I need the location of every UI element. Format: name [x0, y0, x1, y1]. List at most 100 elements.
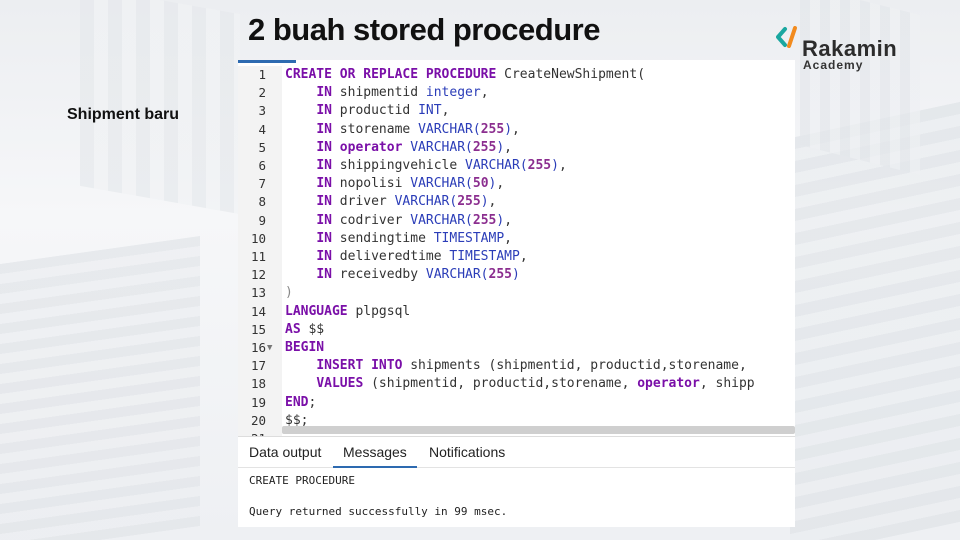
code-line[interactable]: 15 AS $$ [238, 321, 795, 339]
line-number: 11 [250, 249, 266, 264]
code-line[interactable]: 10 IN sendingtime TIMESTAMP, [238, 230, 795, 248]
code-token: VARCHAR( [425, 267, 489, 283]
code-token: driver [339, 194, 395, 210]
code-line[interactable]: 19 END; [238, 394, 795, 412]
code-text: IN receivedby VARCHAR(255) [285, 266, 520, 284]
code-token: ) [504, 121, 513, 137]
code-text: IN shippingvehicle VARCHAR(255), [285, 157, 566, 175]
code-token: VARCHAR( [410, 176, 473, 192]
code-line[interactable]: 5 IN operator VARCHAR(255), [238, 139, 795, 157]
code-token: storename [339, 121, 419, 137]
code-token: $$ [308, 321, 325, 337]
code-token: , [496, 176, 505, 192]
line-number: 12 [250, 267, 266, 283]
code-text: CREATE OR REPLACE PROCEDURE CreateNewShi… [285, 66, 645, 84]
code-line[interactable]: 12 IN receivedby VARCHAR(255) [238, 266, 795, 284]
code-token: , [441, 103, 450, 119]
code-text: IN shipmentid integer, [285, 84, 489, 102]
line-number: 6 [258, 158, 266, 173]
line-number: 3 [258, 103, 266, 119]
output-panel: Data output Messages Notifications CREAT… [238, 436, 795, 527]
code-token: TIMESTAMP [449, 249, 520, 264]
fold-toggle-icon[interactable]: ▼ [267, 339, 272, 357]
line-number: 5 [258, 139, 266, 155]
code-line[interactable]: 9 IN codriver VARCHAR(255), [238, 212, 795, 230]
code-line[interactable]: 3 IN productid INT, [238, 102, 795, 120]
line-number: 13 [250, 285, 266, 301]
code-text: BEGIN [285, 339, 324, 357]
code-token: LANGUAGE [285, 303, 356, 319]
code-text: LANGUAGE plpgsql [285, 303, 410, 321]
code-text: IN sendingtime TIMESTAMP, [285, 230, 512, 248]
tab-notifications[interactable]: Notifications [419, 437, 515, 466]
rakamin-logo-icon [776, 26, 797, 48]
code-line[interactable]: 11 IN deliveredtime TIMESTAMP, [238, 248, 795, 266]
code-token: receivedby [339, 267, 426, 283]
line-number: 9 [258, 212, 266, 228]
code-token: ) [480, 194, 489, 210]
code-line[interactable]: 18 VALUES (shipmentid, productid,storena… [238, 375, 795, 393]
code-token: VALUES [316, 376, 372, 392]
code-token: CreateNewShipment( [504, 67, 646, 82]
code-token: productid [339, 103, 419, 119]
code-token: 255 [527, 158, 552, 173]
code-token: VARCHAR( [394, 194, 458, 210]
line-number: 4 [258, 121, 266, 137]
code-token: sendingtime [339, 230, 434, 246]
line-number: 18 [250, 376, 266, 392]
code-token: IN [316, 230, 340, 246]
code-token: shipmentid [339, 85, 426, 101]
code-text: IN codriver VARCHAR(255), [285, 212, 512, 230]
code-token: BEGIN [285, 340, 325, 355]
code-token: , [512, 121, 520, 137]
code-token: , [519, 249, 528, 264]
code-token: , [480, 85, 489, 101]
tab-messages[interactable]: Messages [333, 437, 417, 468]
code-token: integer [425, 85, 481, 101]
code-token: , [504, 230, 512, 246]
code-text: IN deliveredtime TIMESTAMP, [285, 248, 528, 266]
horizontal-scrollbar[interactable] [282, 426, 795, 434]
line-number: 8 [258, 194, 266, 210]
line-number: 15 [250, 321, 266, 337]
code-token: , [504, 212, 513, 228]
code-line[interactable]: 6 IN shippingvehicle VARCHAR(255), [238, 157, 795, 175]
code-token: END [285, 394, 309, 410]
code-token: deliveredtime [339, 249, 450, 264]
code-token: IN [316, 85, 340, 101]
code-line[interactable]: 7 IN nopolisi VARCHAR(50), [238, 175, 795, 193]
code-token: shipments (shipmentid, productid,storena… [410, 358, 755, 374]
code-token: CREATE OR REPLACE PROCEDURE [285, 67, 505, 82]
code-token: , [504, 139, 512, 155]
background-building [0, 235, 200, 540]
code-token: IN [316, 212, 340, 228]
code-token: TIMESTAMP [433, 230, 505, 246]
code-text: IN nopolisi VARCHAR(50), [285, 175, 504, 193]
code-line[interactable]: 4 IN storename VARCHAR(255), [238, 121, 795, 139]
rakamin-logo: Rakamin Academy [776, 22, 926, 74]
code-line[interactable]: 13) [238, 284, 795, 302]
code-token: ) [512, 267, 520, 283]
code-line[interactable]: 2 IN shipmentid integer, [238, 84, 795, 102]
line-number: 16 [250, 340, 266, 355]
line-number: 2 [258, 85, 266, 101]
tab-data-output[interactable]: Data output [239, 437, 331, 466]
code-line[interactable]: 8 IN driver VARCHAR(255), [238, 193, 795, 211]
code-line[interactable]: 1 CREATE OR REPLACE PROCEDURE CreateNewSh… [238, 66, 795, 84]
sql-editor[interactable]: 1 CREATE OR REPLACE PROCEDURE CreateNewSh… [238, 60, 795, 436]
message-line: Query returned successfully in 99 msec. [249, 505, 508, 518]
code-text: IN operator VARCHAR(255), [285, 139, 512, 157]
code-line[interactable]: 17 INSERT INTO shipments (shipmentid, pr… [238, 357, 795, 375]
code-line[interactable]: 14 LANGUAGE plpgsql [238, 303, 795, 321]
line-number: 7 [258, 176, 266, 192]
code-line[interactable]: 16 ▼ BEGIN [238, 339, 795, 357]
code-token: INT [418, 103, 442, 119]
code-token: ) [551, 158, 559, 173]
